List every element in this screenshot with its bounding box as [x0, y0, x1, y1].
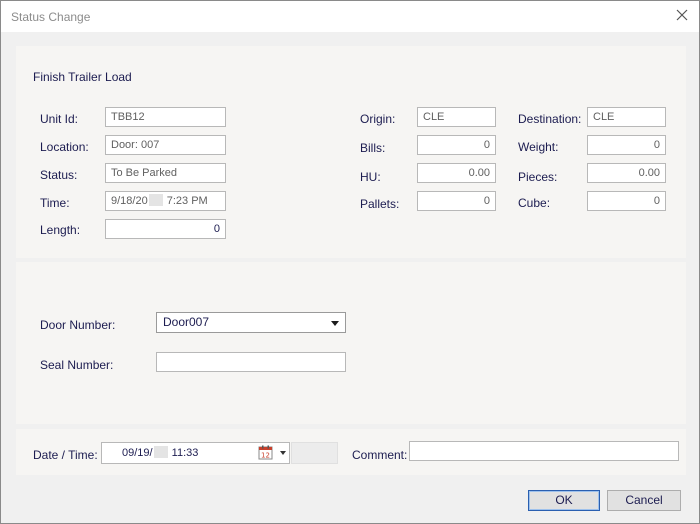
- weight-field: 0: [587, 135, 666, 155]
- title-bar: Status Change: [1, 1, 699, 32]
- door-number-dropdown[interactable]: Door007: [156, 312, 346, 333]
- location-label: Location:: [40, 140, 89, 154]
- door-number-value: Door007: [163, 315, 210, 329]
- pallets-field: 0: [417, 191, 496, 211]
- ok-button[interactable]: OK: [528, 490, 600, 511]
- destination-label: Destination:: [518, 112, 582, 126]
- location-field: Door: 007: [105, 135, 226, 155]
- status-label: Status:: [40, 168, 78, 182]
- comment-label: Comment:: [352, 448, 408, 462]
- cube-label: Cube:: [518, 196, 551, 210]
- length-label: Length:: [40, 223, 81, 237]
- redacted-block: [148, 194, 163, 206]
- seal-number-label: Seal Number:: [40, 358, 114, 372]
- pieces-field: 0.00: [587, 163, 666, 183]
- seal-number-input[interactable]: [156, 352, 346, 372]
- chevron-down-icon[interactable]: [280, 451, 286, 455]
- hu-label: HU:: [360, 170, 381, 184]
- comment-input[interactable]: [409, 441, 679, 461]
- status-change-dialog: Status Change Finish Trailer Load Unit I…: [0, 0, 700, 524]
- date-comment-panel: Date / Time: 09/19/ 11:33 12 Comment:: [16, 429, 686, 475]
- cancel-button[interactable]: Cancel: [607, 490, 681, 511]
- length-field[interactable]: 0: [105, 219, 226, 239]
- origin-label: Origin:: [360, 112, 396, 126]
- clock-part: 11:33: [168, 447, 199, 459]
- hu-field: 0.00: [417, 163, 496, 183]
- svg-text:12: 12: [261, 452, 270, 460]
- door-number-label: Door Number:: [40, 318, 116, 332]
- status-field: To Be Parked: [105, 163, 226, 183]
- pallets-label: Pallets:: [360, 197, 400, 211]
- date-time-input[interactable]: 09/19/ 11:33 12: [101, 442, 290, 464]
- time-clock-part: 7:23 PM: [163, 195, 208, 207]
- time-field: 9/18/20 7:23 PM: [105, 191, 226, 211]
- time-label: Time:: [40, 196, 70, 210]
- trailer-info-panel: Finish Trailer Load Unit Id: TBB12 Locat…: [16, 46, 686, 258]
- unit-id-label: Unit Id:: [40, 112, 79, 126]
- cube-field: 0: [587, 191, 666, 211]
- pieces-label: Pieces:: [518, 170, 558, 184]
- door-seal-panel: Door Number: Door007 Seal Number:: [16, 262, 686, 424]
- bills-field: 0: [417, 135, 496, 155]
- destination-field: CLE: [587, 107, 666, 127]
- close-icon[interactable]: [674, 7, 690, 23]
- origin-field: CLE: [417, 107, 496, 127]
- window-title: Status Change: [11, 10, 91, 24]
- date-part: 09/19/: [122, 447, 153, 459]
- redacted-block: [153, 446, 168, 458]
- section-title: Finish Trailer Load: [33, 70, 132, 84]
- date-time-label: Date / Time:: [33, 448, 98, 462]
- time-date-part: 9/18/20: [111, 195, 148, 207]
- unit-id-field: TBB12: [105, 107, 226, 127]
- chevron-down-icon: [331, 321, 339, 326]
- bills-label: Bills:: [360, 141, 386, 155]
- calendar-icon[interactable]: 12: [258, 445, 273, 460]
- weight-label: Weight:: [518, 140, 559, 154]
- datetime-spacer: [291, 442, 338, 464]
